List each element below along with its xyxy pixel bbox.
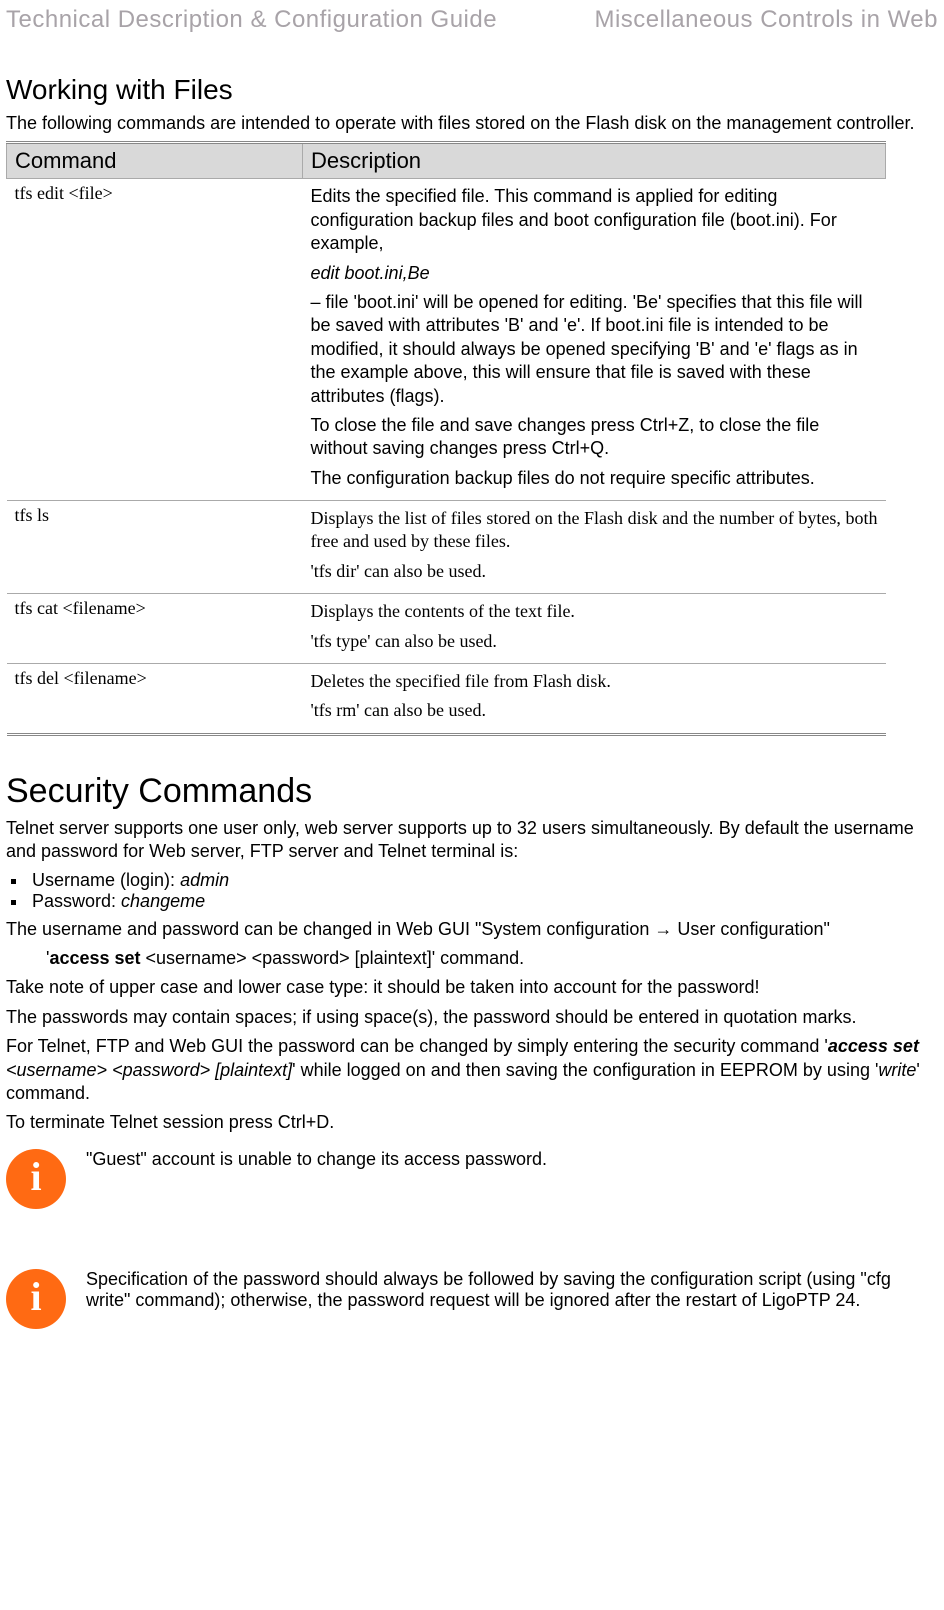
security-intro: Telnet server supports one user only, we… (6, 817, 938, 864)
access-set-command-line: 'access set <username> <password> [plain… (46, 947, 938, 970)
desc-text: Displays the contents of the text file. (311, 600, 878, 623)
info-text: "Guest" account is unable to change its … (86, 1149, 938, 1170)
table-row: tfs cat <filename> Displays the contents… (7, 594, 886, 664)
password-value: changeme (121, 891, 205, 911)
list-item: Username (login): admin (28, 870, 938, 891)
info-icon: i (6, 1269, 66, 1329)
desc-cell: Deletes the specified file from Flash di… (303, 664, 886, 735)
desc-text: 'tfs type' can also be used. (311, 630, 878, 653)
header-left: Technical Description & Configuration Gu… (6, 6, 497, 34)
page-header: Technical Description & Configuration Gu… (6, 6, 938, 34)
security-p2: The username and password can be changed… (6, 918, 938, 941)
desc-text: The configuration backup files do not re… (311, 467, 878, 490)
username-label: Username (login): (32, 870, 180, 890)
info-note-save-config: i Specification of the password should a… (6, 1269, 938, 1329)
header-right: Miscellaneous Controls in Web (594, 6, 938, 34)
desc-cell: Displays the list of files stored on the… (303, 501, 886, 594)
info-note-guest: i "Guest" account is unable to change it… (6, 1149, 938, 1209)
desc-text: 'tfs dir' can also be used. (311, 560, 878, 583)
username-value: admin (180, 870, 229, 890)
section-working-with-files-title: Working with Files (6, 74, 938, 106)
desc-text: Displays the list of files stored on the… (311, 507, 878, 554)
security-p3: Take note of upper case and lower case t… (6, 976, 938, 999)
access-set-bold: access set (49, 948, 140, 968)
info-text: Specification of the password should alw… (86, 1269, 938, 1311)
password-label: Password: (32, 891, 121, 911)
credentials-list: Username (login): admin Password: change… (28, 870, 938, 912)
desc-text: – file 'boot.ini' will be opened for edi… (311, 291, 878, 408)
table-row: tfs edit <file> Edits the specified file… (7, 179, 886, 501)
security-p5: For Telnet, FTP and Web GUI the password… (6, 1035, 938, 1105)
cmd-cell: tfs edit <file> (7, 179, 303, 501)
desc-text: Edits the specified file. This command i… (311, 185, 878, 255)
commands-table: Command Description tfs edit <file> Edit… (6, 141, 886, 735)
desc-text: To close the file and save changes press… (311, 414, 878, 461)
cmd-cell: tfs del <filename> (7, 664, 303, 735)
desc-cell: Edits the specified file. This command i… (303, 179, 886, 501)
section-security-commands-title: Security Commands (6, 772, 938, 811)
security-p4: The passwords may contain spaces; if usi… (6, 1006, 938, 1029)
table-header-command: Command (7, 143, 303, 179)
table-row: tfs ls Displays the list of files stored… (7, 501, 886, 594)
security-p6: To terminate Telnet session press Ctrl+D… (6, 1111, 938, 1134)
desc-text: 'tfs rm' can also be used. (311, 699, 878, 722)
table-header-description: Description (303, 143, 886, 179)
list-item: Password: changeme (28, 891, 938, 912)
desc-cell: Displays the contents of the text file. … (303, 594, 886, 664)
cmd-cell: tfs cat <filename> (7, 594, 303, 664)
desc-text: Deletes the specified file from Flash di… (311, 670, 878, 693)
working-with-files-intro: The following commands are intended to o… (6, 112, 938, 135)
table-row: tfs del <filename> Deletes the specified… (7, 664, 886, 735)
info-icon: i (6, 1149, 66, 1209)
desc-example: edit boot.ini,Be (311, 262, 878, 285)
cmd-cell: tfs ls (7, 501, 303, 594)
